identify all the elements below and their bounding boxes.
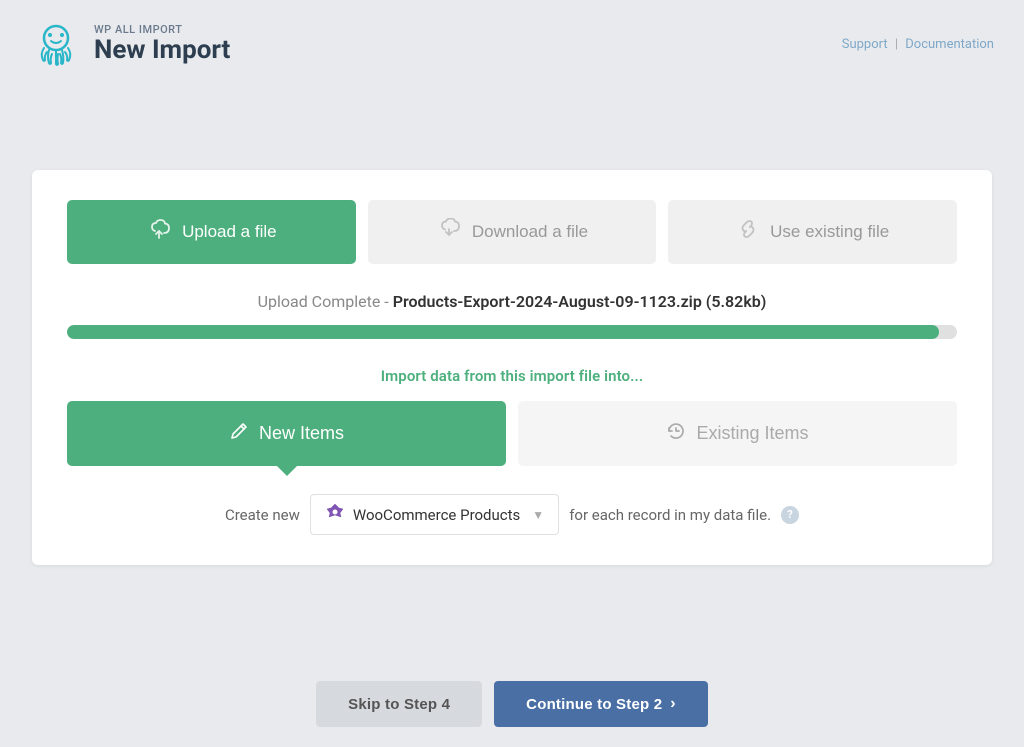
history-icon [666, 421, 686, 446]
page-title: New Import [94, 36, 230, 65]
for-each-label: for each record in my data file. [569, 506, 771, 524]
tab-upload-label: Upload a file [182, 222, 277, 242]
chevron-right-icon: › [670, 695, 676, 713]
header: WP ALL IMPORT New Import Support | Docum… [0, 0, 1024, 82]
new-items-label: New Items [259, 423, 344, 444]
help-icon[interactable]: ? [781, 506, 799, 524]
pencil-icon [229, 421, 249, 446]
upload-status: Upload Complete - Products-Export-2024-A… [67, 292, 957, 311]
header-left: WP ALL IMPORT New Import [30, 18, 230, 70]
main-container: Upload a file Download a file [0, 82, 1024, 663]
upload-cloud-icon [146, 218, 172, 246]
create-prefix: Create new [225, 506, 300, 524]
tab-existing-file-label: Use existing file [770, 222, 889, 242]
upload-prefix: Upload Complete - [258, 292, 393, 311]
import-label: Import data from this import file into..… [67, 367, 957, 385]
select-chevron-icon: ▼ [532, 508, 544, 522]
download-cloud-icon [436, 218, 462, 246]
link-icon [736, 218, 760, 246]
product-name: WooCommerce Products [353, 506, 520, 524]
divider: | [895, 37, 898, 52]
product-select[interactable]: WooCommerce Products ▼ [310, 494, 559, 535]
support-link[interactable]: Support [842, 37, 888, 52]
progress-bar-fill [67, 325, 939, 339]
import-type-row: New Items Existing Items [67, 401, 957, 466]
skip-button[interactable]: Skip to Step 4 [316, 681, 482, 727]
docs-link[interactable]: Documentation [905, 37, 994, 52]
create-row: Create new WooCommerce Products ▼ for ea… [67, 494, 957, 535]
tab-upload[interactable]: Upload a file [67, 200, 356, 264]
continue-button[interactable]: Continue to Step 2 › [494, 681, 708, 727]
tab-row: Upload a file Download a file [67, 200, 957, 264]
header-links: Support | Documentation [842, 37, 994, 52]
tab-download-label: Download a file [472, 222, 588, 242]
header-text: WP ALL IMPORT New Import [94, 23, 230, 65]
tab-download[interactable]: Download a file [368, 200, 657, 264]
tab-existing-file[interactable]: Use existing file [668, 200, 957, 264]
continue-label: Continue to Step 2 [526, 696, 662, 713]
woocommerce-icon [325, 502, 345, 527]
footer-row: Skip to Step 4 Continue to Step 2 › [0, 663, 1024, 747]
import-existing-items[interactable]: Existing Items [518, 401, 957, 466]
logo-icon [30, 18, 82, 70]
upload-filename: Products-Export-2024-August-09-1123.zip … [393, 292, 767, 311]
card: Upload a file Download a file [32, 170, 992, 565]
import-new-items[interactable]: New Items [67, 401, 506, 466]
progress-bar-container [67, 325, 957, 339]
existing-items-label: Existing Items [696, 423, 808, 444]
